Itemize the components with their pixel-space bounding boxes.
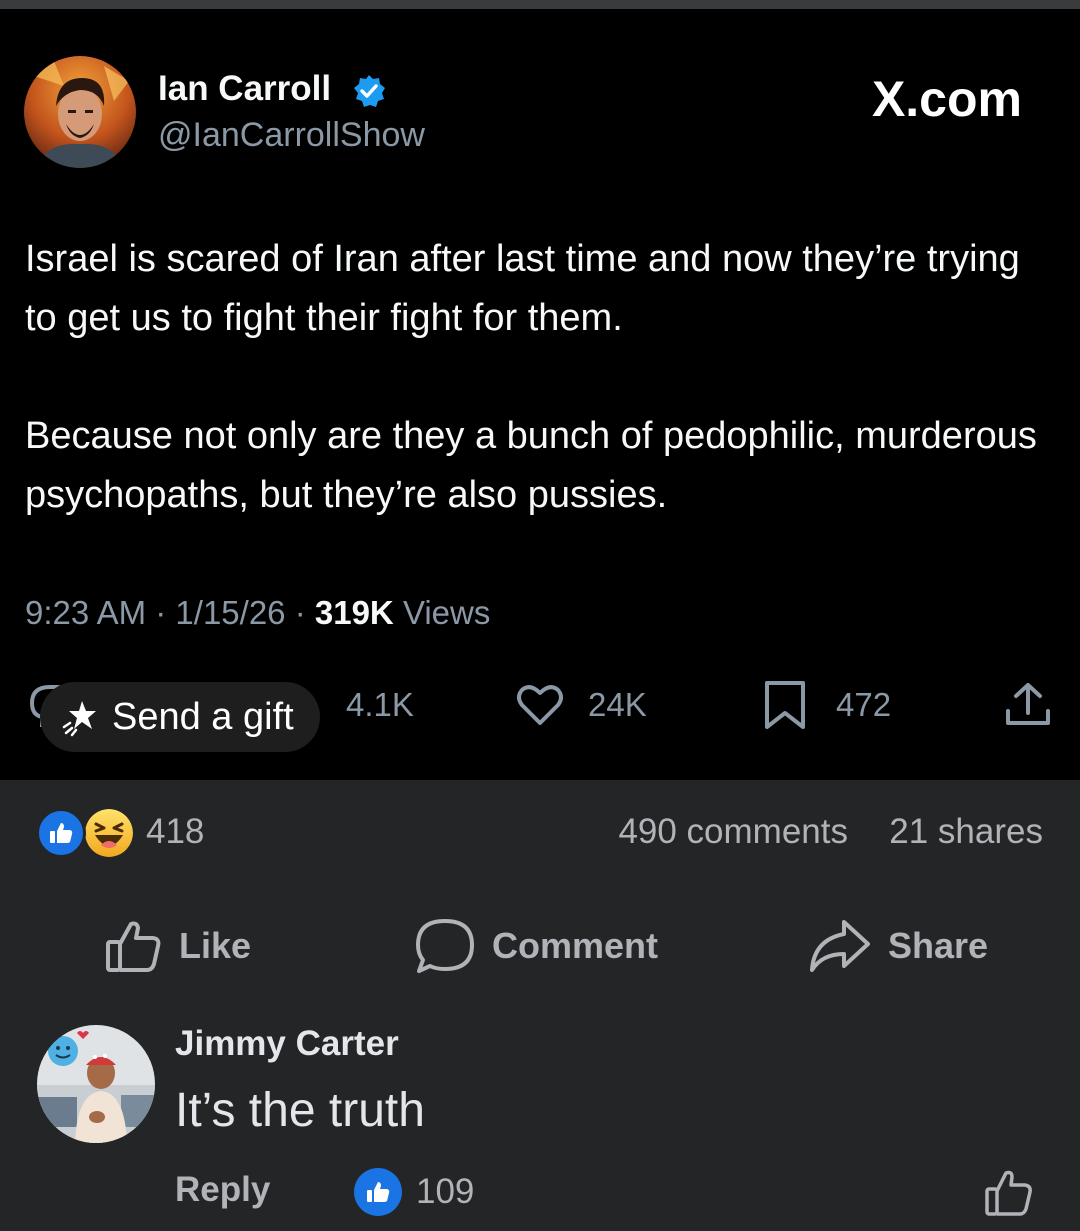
bookmark-icon: [765, 681, 805, 729]
verified-icon: [354, 75, 385, 107]
bookmark-count: 472: [836, 686, 892, 723]
tweet-handle[interactable]: @IanCarrollShow: [158, 115, 425, 155]
tweet-time: 9:23 AM: [25, 594, 147, 631]
send-gift-button[interactable]: Send a gift: [40, 682, 320, 752]
upload-icon: [1006, 683, 1050, 725]
retweet-count: 4.1K: [346, 686, 414, 723]
source-watermark: X.com: [871, 71, 1022, 127]
meta-separator: ·: [294, 594, 315, 631]
bookmark-button[interactable]: 472: [762, 681, 891, 729]
share-button-label: Share: [888, 925, 989, 966]
comment-bubble-icon: [416, 919, 474, 973]
like-reaction-icon[interactable]: [36, 808, 86, 858]
tweet-display-name[interactable]: Ian Carroll: [158, 69, 331, 109]
share-arrow-icon: [810, 920, 870, 972]
shares-count[interactable]: 21 shares: [889, 812, 1043, 852]
comment-like-thumb-icon[interactable]: [984, 1168, 1034, 1218]
comment-text: It’s the truth: [175, 1084, 425, 1137]
tweet-text-paragraph: Because not only are they a bunch of ped…: [25, 415, 1037, 516]
tweet-views-count: 319K: [314, 594, 394, 631]
tweet-like-count: 24K: [588, 686, 647, 723]
share-tweet-button[interactable]: [1002, 681, 1054, 729]
reaction-count[interactable]: 418: [146, 812, 204, 852]
comment-button[interactable]: Comment: [414, 914, 658, 978]
comments-count[interactable]: 490 comments: [618, 812, 848, 852]
tweet-views-label: Views: [402, 594, 491, 631]
retweet-button[interactable]: 4.1K: [326, 681, 414, 729]
meta-separator: ·: [155, 594, 176, 631]
commenter-name[interactable]: Jimmy Carter: [175, 1024, 399, 1064]
tweet-text-paragraph: Israel is scared of Iran after last time…: [25, 238, 1020, 339]
send-gift-label: Send a gift: [112, 695, 294, 738]
heart-icon: [517, 685, 563, 725]
tweet-author-avatar[interactable]: [24, 56, 136, 168]
like-button-label: Like: [179, 925, 252, 966]
gift-icon: [62, 701, 96, 737]
comment-like-count[interactable]: 109: [416, 1172, 474, 1212]
tweet-meta: 9:23 AM · 1/15/26 · 319K Views: [25, 593, 490, 633]
comment-button-label: Comment: [492, 925, 659, 966]
share-button[interactable]: Share: [808, 914, 988, 978]
like-tweet-button[interactable]: 24K: [514, 681, 647, 729]
haha-reaction-icon[interactable]: [82, 806, 136, 860]
thumbs-up-icon: [106, 921, 161, 972]
tweet-date: 1/15/26: [175, 594, 286, 631]
embedded-tweet: Ian Carroll @IanCarrollShow X.com Israel…: [0, 9, 1080, 780]
comment-like-reaction-icon[interactable]: [354, 1168, 402, 1216]
reply-link[interactable]: Reply: [175, 1170, 270, 1210]
like-button[interactable]: Like: [105, 914, 251, 978]
top-strip: [0, 0, 1080, 9]
commenter-avatar[interactable]: [37, 1025, 155, 1143]
